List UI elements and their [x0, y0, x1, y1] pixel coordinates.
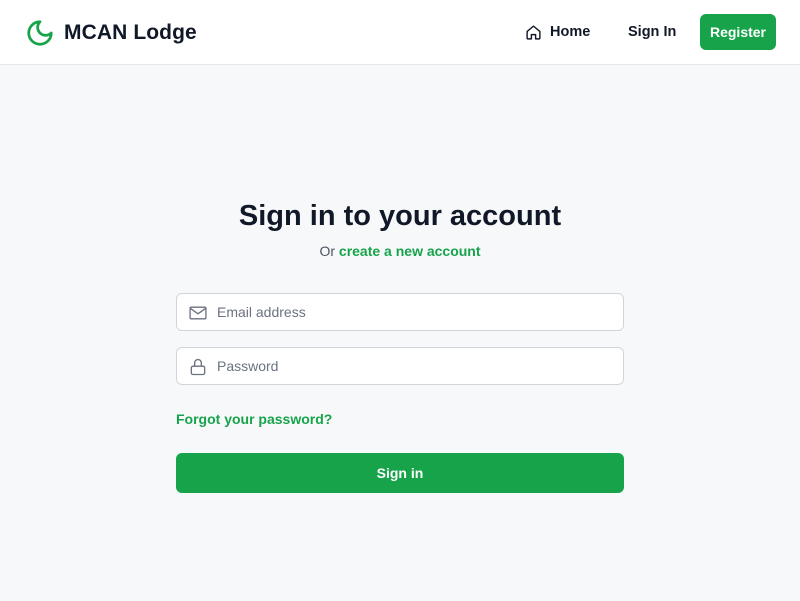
page-title: Sign in to your account: [238, 200, 562, 232]
forgot-password-link[interactable]: Forgot your password?: [176, 409, 332, 429]
crescent-moon-icon: [27, 20, 53, 46]
email-input[interactable]: [217, 294, 617, 330]
signin-submit-button[interactable]: Sign in: [176, 453, 624, 493]
register-button[interactable]: Register: [700, 14, 776, 50]
nav-home-label: Home: [550, 24, 591, 40]
brand-name: MCAN Lodge: [64, 21, 197, 44]
create-account-link[interactable]: create a new account: [339, 243, 481, 259]
home-icon: [526, 24, 541, 40]
signup-prompt: Or create a new account: [0, 241, 800, 261]
top-navbar: MCAN Lodge Home Sign In Register: [0, 0, 800, 65]
nav-signin-link[interactable]: Sign In: [628, 20, 676, 44]
lock-icon: [190, 358, 206, 376]
password-input[interactable]: [217, 348, 617, 384]
email-field-wrapper: [176, 293, 624, 331]
nav-home-link[interactable]: Home: [525, 20, 590, 44]
brand-logo-link[interactable]: MCAN Lodge: [25, 17, 197, 49]
password-field-wrapper: [176, 347, 624, 385]
signup-prompt-prefix: Or: [319, 243, 336, 259]
envelope-icon: [189, 306, 207, 320]
